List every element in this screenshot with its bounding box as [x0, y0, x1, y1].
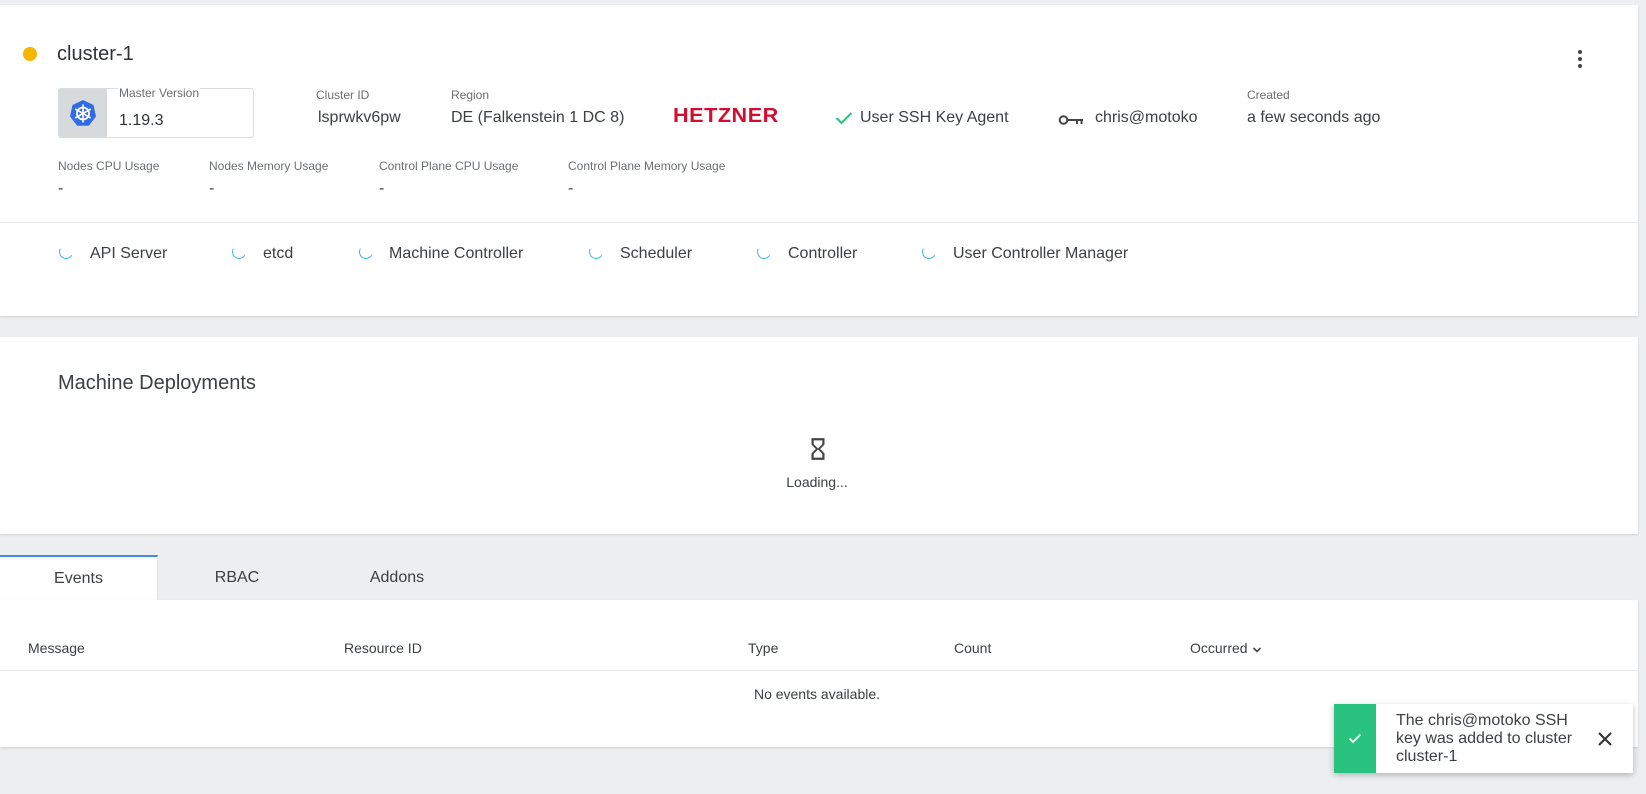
metric-label: Nodes CPU Usage — [58, 159, 160, 173]
key-icon — [1058, 115, 1083, 125]
region-label: Region — [451, 88, 490, 102]
check-icon — [1348, 733, 1362, 744]
health-user-controller-manager: User Controller Manager — [953, 245, 1129, 262]
column-header-message[interactable]: Message — [28, 640, 85, 656]
metric-value: - — [209, 180, 215, 197]
chevron-down-icon[interactable] — [1252, 646, 1262, 654]
cluster-id-label: Cluster ID — [316, 88, 370, 102]
ssh-agent-status: User SSH Key Agent — [860, 109, 1009, 126]
toast-message: The chris@motoko SSH key was added to cl… — [1396, 712, 1573, 765]
health-etcd: etcd — [263, 245, 294, 262]
loading-spinner-icon — [230, 243, 248, 261]
master-version-field[interactable]: Master Version 1.19.3 — [58, 86, 254, 138]
hetzner-logo: HETZNER — [673, 105, 779, 127]
cluster-status-indicator — [23, 47, 37, 61]
metric-label: Nodes Memory Usage — [209, 159, 329, 173]
column-header-resource-id[interactable]: Resource ID — [344, 640, 422, 656]
kubernetes-icon — [59, 89, 107, 137]
close-icon[interactable] — [1597, 731, 1613, 747]
created-label: Created — [1247, 88, 1290, 102]
column-header-count[interactable]: Count — [954, 640, 991, 656]
loading-spinner-icon — [920, 243, 938, 261]
tab-addons[interactable]: Addons — [318, 555, 476, 600]
column-header-occurred[interactable]: Occurred — [1190, 640, 1248, 656]
health-machine-controller: Machine Controller — [389, 245, 524, 262]
metric-value: - — [568, 180, 574, 197]
toast-notification: The chris@motoko SSH key was added to cl… — [1334, 704, 1633, 773]
toast-success-bar — [1334, 704, 1376, 773]
metric-value: - — [379, 180, 385, 197]
machine-deployments-card: Machine Deployments Loading... — [0, 337, 1638, 534]
column-header-type[interactable]: Type — [748, 640, 778, 656]
ssh-key-link[interactable]: chris@motoko — [1095, 109, 1198, 127]
tab-rbac[interactable]: RBAC — [158, 555, 316, 600]
loading-spinner-icon — [587, 243, 605, 261]
loading-text: Loading... — [786, 474, 848, 490]
health-controller: Controller — [788, 245, 858, 262]
metric-label: Control Plane Memory Usage — [568, 159, 726, 173]
loading-spinner-icon — [57, 243, 75, 261]
check-icon — [835, 112, 853, 125]
created-value: a few seconds ago — [1247, 109, 1381, 126]
health-api-server: API Server — [90, 245, 168, 262]
tab-events[interactable]: Events — [0, 555, 158, 600]
cluster-id-value: lsprwkv6pw — [318, 109, 401, 126]
loading-spinner-icon — [357, 243, 375, 261]
health-scheduler: Scheduler — [620, 245, 693, 262]
metric-label: Control Plane CPU Usage — [379, 159, 519, 173]
cluster-details-card: cluster-1 Master Version 1.19.3 Cluster … — [0, 5, 1638, 316]
hourglass-icon — [811, 438, 825, 460]
divider — [0, 222, 1638, 223]
metric-value: - — [58, 180, 64, 197]
cluster-name: cluster-1 — [57, 43, 134, 65]
machine-deployments-title: Machine Deployments — [58, 372, 256, 394]
more-vert-icon[interactable] — [1570, 47, 1590, 71]
empty-state-text: No events available. — [753, 686, 881, 702]
region-value: DE (Falkenstein 1 DC 8) — [451, 109, 625, 126]
divider — [0, 670, 1638, 671]
loading-spinner-icon — [755, 243, 773, 261]
master-version-label: Master Version — [118, 86, 201, 100]
master-version-value: 1.19.3 — [119, 112, 164, 129]
